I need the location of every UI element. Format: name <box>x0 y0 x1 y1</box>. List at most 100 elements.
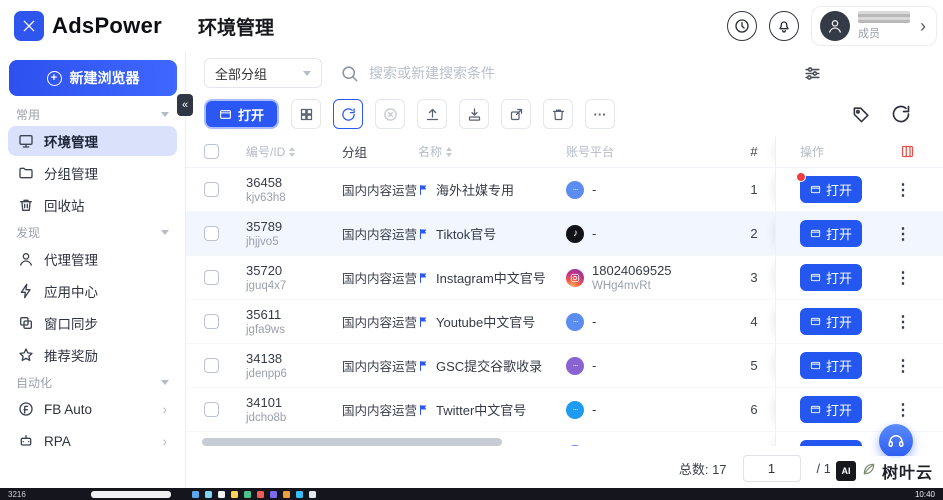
platform-account: - <box>592 358 597 373</box>
refresh-profiles-icon[interactable] <box>333 99 364 129</box>
customer-service-button[interactable] <box>879 424 913 458</box>
row-more-icon[interactable]: ⋮ <box>895 224 911 244</box>
column-header-group: 分组 <box>342 146 368 160</box>
sidebar-item-environments[interactable]: 环境管理 <box>8 126 177 156</box>
row-more-icon[interactable]: ⋮ <box>895 400 911 420</box>
table-row[interactable]: 34138 jdenpp6 国内内容运营 GSC提交谷歌收录 ··· - 5 打… <box>186 344 943 388</box>
sidebar-item-groups[interactable]: 分组管理 <box>8 158 177 188</box>
sidebar-item-recycle-bin[interactable]: 回收站 <box>8 190 177 220</box>
window-icon <box>220 109 231 119</box>
upload-icon[interactable] <box>417 99 448 129</box>
chevron-down-icon[interactable] <box>161 229 169 235</box>
trash-icon <box>20 199 32 211</box>
column-header-name[interactable]: 名称 <box>418 143 566 160</box>
table-row[interactable]: 35720 jguq4x7 国内内容运营 Instagram中文官号 18024… <box>186 256 943 300</box>
row-more-icon[interactable]: ⋮ <box>895 356 911 376</box>
row-checkbox[interactable] <box>204 226 219 241</box>
profile-id: 34101 <box>246 395 283 410</box>
platform-icon: ··· <box>566 356 584 375</box>
row-more-icon[interactable]: ⋮ <box>895 268 911 288</box>
platform-account: - <box>592 226 597 241</box>
row-checkbox[interactable] <box>204 270 219 285</box>
profile-group: 国内内容运营 <box>342 360 418 374</box>
flag-icon <box>418 404 430 416</box>
leaf-icon <box>862 462 876 481</box>
taskbar-search[interactable] <box>90 490 171 498</box>
chevron-down-icon[interactable] <box>161 111 169 117</box>
column-settings-icon[interactable] <box>900 144 915 159</box>
row-checkbox[interactable] <box>204 182 219 197</box>
batch-windows-icon[interactable] <box>291 99 322 129</box>
table-row[interactable]: 35789 jhjjvo5 国内内容运营 Tiktok官号 ♪ - 2 打开 ⋮ <box>186 212 943 256</box>
open-profile-button[interactable]: 打开 <box>800 220 862 247</box>
refresh-list-icon[interactable] <box>891 104 911 124</box>
chevron-down-icon <box>303 70 311 76</box>
profile-group: 国内内容运营 <box>342 228 418 242</box>
history-icon[interactable] <box>727 11 757 41</box>
notification-bell-icon[interactable] <box>769 11 799 41</box>
chevron-right-icon: › <box>162 401 167 417</box>
open-profile-button[interactable]: 打开 <box>800 396 862 423</box>
search-box[interactable] <box>340 64 785 83</box>
platform-icon: ··· <box>566 312 584 331</box>
os-taskbar: 3216 10:40 <box>0 488 943 500</box>
profile-name: Instagram中文官号 <box>436 271 546 286</box>
more-actions-icon[interactable]: ··· <box>585 99 616 129</box>
search-input[interactable] <box>369 65 749 81</box>
sidebar-item-rpa[interactable]: RPA › <box>8 426 177 456</box>
row-checkbox[interactable] <box>204 358 219 373</box>
close-windows-icon[interactable] <box>375 99 406 129</box>
row-checkbox[interactable] <box>204 402 219 417</box>
new-browser-button[interactable]: + 新建浏览器 <box>9 60 177 96</box>
horizontal-scrollbar[interactable] <box>202 438 762 446</box>
open-profile-button[interactable]: 打开 <box>800 264 862 291</box>
sidebar-item-window-sync[interactable]: 窗口同步 <box>8 308 177 338</box>
open-profile-button[interactable]: 打开 <box>796 172 862 203</box>
sidebar-collapse-toggle[interactable]: « <box>177 94 193 116</box>
import-icon[interactable] <box>459 99 490 129</box>
export-share-icon[interactable] <box>501 99 532 129</box>
section-discover: 发现 <box>0 222 185 242</box>
chevron-right-icon[interactable]: › <box>918 16 928 37</box>
page-total: / 1 <box>816 460 831 476</box>
open-profile-button[interactable]: 打开 <box>800 440 862 446</box>
row-more-icon[interactable]: ⋮ <box>895 180 911 200</box>
sidebar-item-label: FB Auto <box>44 401 93 417</box>
group-filter-select[interactable]: 全部分组 <box>204 58 322 88</box>
table-row[interactable]: 35611 jgfa9ws 国内内容运营 Youtube中文官号 ··· - 4… <box>186 300 943 344</box>
sidebar-item-label: 应用中心 <box>44 285 98 300</box>
ai-logo: AI <box>835 461 856 481</box>
chevron-down-icon[interactable] <box>161 379 169 385</box>
delete-icon[interactable] <box>543 99 574 129</box>
open-selected-button[interactable]: 打开 <box>204 99 280 129</box>
row-checkbox[interactable] <box>204 314 219 329</box>
table-row[interactable]: 36458 kjv63h8 国内内容运营 海外社媒专用 ··· - 1 打开 ⋮ <box>186 168 943 212</box>
profile-group: 国内内容运营 <box>342 272 418 286</box>
user-menu[interactable]: 成员 › <box>811 6 937 46</box>
open-profile-button[interactable]: 打开 <box>800 308 862 335</box>
sidebar-item-proxies[interactable]: 代理管理 <box>8 244 177 274</box>
taskbar-icons[interactable] <box>191 490 316 498</box>
profile-id: 35789 <box>246 219 283 234</box>
watermark: AI 树叶云 <box>829 456 939 486</box>
toolbar-right <box>852 104 925 124</box>
scrollbar-thumb[interactable] <box>202 438 502 446</box>
sidebar-item-app-center[interactable]: 应用中心 <box>8 276 177 306</box>
sidebar-item-referral[interactable]: 推荐奖励 <box>8 340 177 370</box>
chevron-right-icon: › <box>162 433 167 449</box>
select-all-checkbox[interactable] <box>204 144 219 159</box>
tag-icon[interactable] <box>852 105 871 124</box>
table-header-row: 编号/ID 分组 名称 账号平台 # 操作 <box>186 136 943 168</box>
profile-group: 国内内容运营 <box>342 184 418 198</box>
table-row[interactable]: 34101 jdcho8b 国内内容运营 Twitter中文官号 ··· - 6… <box>186 388 943 432</box>
sort-icon[interactable] <box>289 146 296 157</box>
column-header-id[interactable]: 编号/ID <box>246 143 342 160</box>
page-number-input[interactable] <box>742 454 801 482</box>
column-header-index: # <box>750 144 758 159</box>
row-more-icon[interactable]: ⋮ <box>895 312 911 332</box>
taskbar-clock: 10:40 <box>914 489 935 499</box>
advanced-filter-icon[interactable] <box>803 64 822 83</box>
sort-icon[interactable] <box>446 146 453 157</box>
sidebar-item-fb-auto[interactable]: FB Auto › <box>8 394 177 424</box>
open-profile-button[interactable]: 打开 <box>800 352 862 379</box>
